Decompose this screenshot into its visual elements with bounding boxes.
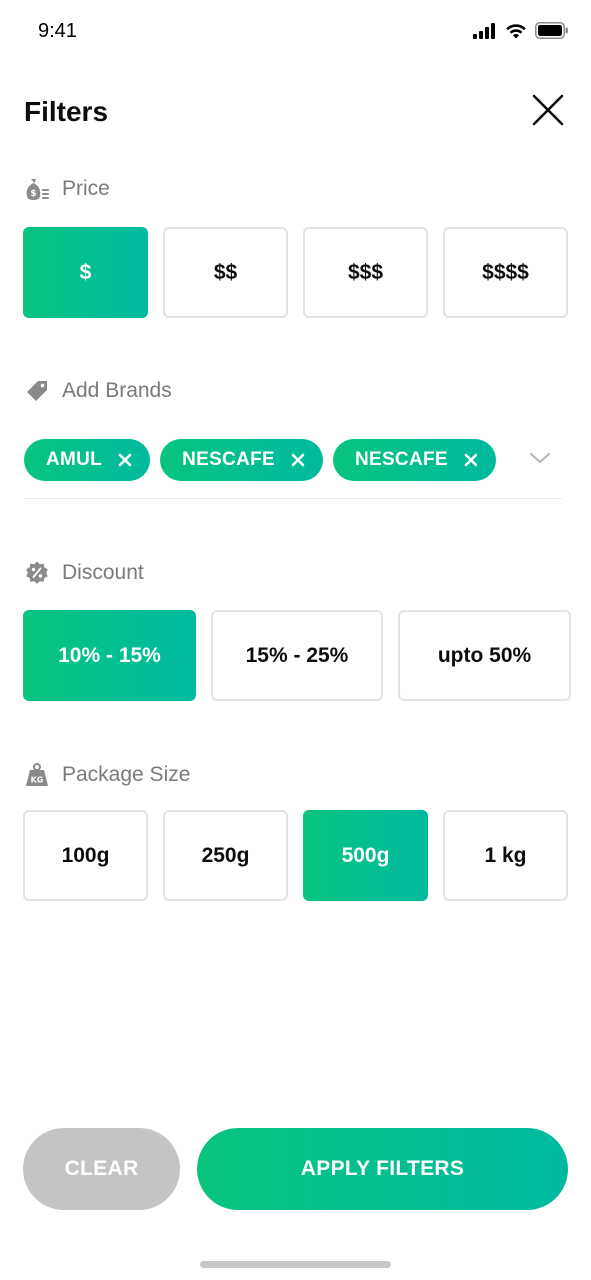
status-icons: [473, 22, 569, 44]
brands-section-label: Add Brands: [24, 377, 172, 405]
svg-text:KG: KG: [31, 776, 44, 785]
svg-text:$: $: [30, 189, 36, 199]
price-options: $ $$ $$$ $$$$: [23, 227, 568, 318]
discount-option-1[interactable]: 10% - 15%: [23, 610, 196, 701]
battery-icon: [535, 22, 569, 44]
brand-chips: AMUL NESCAFE NESCAFE: [24, 439, 496, 481]
price-section-label: $ Price: [24, 175, 110, 203]
brand-chip-label: AMUL: [46, 449, 103, 470]
price-option-2[interactable]: $$: [163, 227, 288, 318]
brand-chip-label: NESCAFE: [354, 449, 448, 470]
close-button[interactable]: [528, 92, 568, 132]
price-option-1[interactable]: $: [23, 227, 148, 318]
discount-option-2[interactable]: 15% - 25%: [211, 610, 383, 701]
brand-chip[interactable]: AMUL: [24, 439, 151, 481]
discount-option-3[interactable]: upto 50%: [398, 610, 571, 701]
price-option-4[interactable]: $$$$: [443, 227, 568, 318]
brand-chip[interactable]: NESCAFE: [160, 439, 323, 481]
cellular-signal-icon: [473, 22, 497, 44]
brand-chip[interactable]: NESCAFE: [332, 439, 496, 481]
package-option-1[interactable]: 100g: [23, 810, 148, 901]
discount-badge-icon: [24, 560, 50, 586]
package-option-4[interactable]: 1 kg: [443, 810, 568, 901]
page-title: Filters: [24, 96, 109, 127]
package-section-label: KG Package Size: [24, 761, 190, 789]
package-option-2[interactable]: 250g: [163, 810, 288, 901]
clear-button[interactable]: CLEAR: [23, 1128, 180, 1210]
discount-options: 10% - 15% 15% - 25% upto 50%: [23, 610, 571, 701]
brands-divider: [24, 498, 562, 499]
wifi-icon: [505, 23, 527, 44]
remove-x-icon[interactable]: [289, 451, 307, 469]
chevron-down-icon: [529, 451, 551, 470]
remove-x-icon[interactable]: [116, 451, 134, 469]
tag-icon: [24, 378, 50, 404]
remove-x-icon[interactable]: [462, 451, 480, 469]
package-option-3[interactable]: 500g: [303, 810, 428, 901]
brands-label: Add Brands: [62, 379, 172, 402]
money-bag-icon: $: [24, 176, 50, 202]
status-time: 9:41: [38, 20, 77, 42]
close-icon: [532, 94, 564, 131]
price-option-3[interactable]: $$$: [303, 227, 428, 318]
header: Filters: [24, 92, 568, 136]
price-label: Price: [62, 177, 110, 200]
package-options: 100g 250g 500g 1 kg: [23, 810, 568, 901]
status-bar: 9:41: [0, 0, 591, 64]
package-label: Package Size: [62, 763, 191, 786]
brand-chip-label: NESCAFE: [182, 449, 275, 470]
discount-label: Discount: [62, 561, 144, 584]
home-indicator: [200, 1261, 391, 1268]
apply-filters-button[interactable]: APPLY FILTERS: [197, 1128, 568, 1210]
weight-kg-icon: KG: [24, 762, 50, 788]
brands-expand-button[interactable]: [528, 450, 552, 470]
discount-section-label: Discount: [24, 559, 144, 587]
